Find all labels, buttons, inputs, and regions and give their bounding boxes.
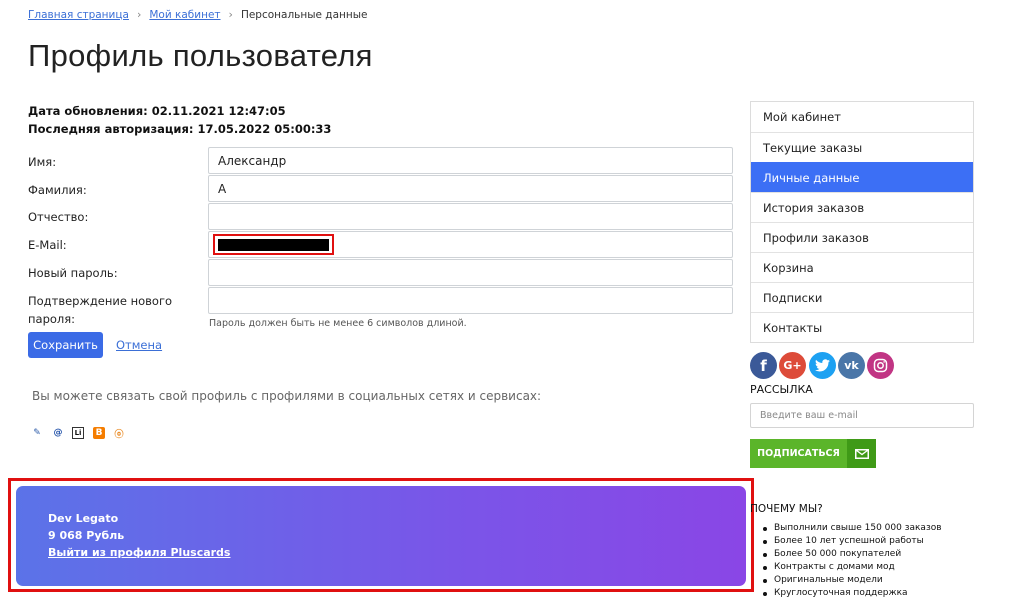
envelope-icon — [847, 439, 876, 468]
sidebar-item-subscriptions[interactable]: Подписки — [751, 282, 973, 312]
twitter-icon[interactable] — [809, 352, 836, 379]
profile-card — [16, 486, 746, 586]
last-login: Последняя авторизация: 17.05.2022 05:00:… — [28, 122, 332, 136]
sidebar-menu: Мой кабинет Текущие заказы Личные данные… — [750, 101, 974, 343]
redacted-email — [213, 234, 334, 255]
confirm-password-label-line1: Подтверждение нового — [28, 294, 173, 308]
list-item: Более 50 000 покупателей — [762, 548, 942, 561]
why-us-list: Выполнили свыше 150 000 заказов Более 10… — [762, 522, 942, 600]
list-item: Оригинальные модели — [762, 574, 942, 587]
new-password-label: Новый пароль: — [28, 266, 118, 280]
sidebar-item-order-profiles[interactable]: Профили заказов — [751, 222, 973, 252]
google-plus-icon[interactable]: G+ — [779, 352, 806, 379]
sidebar-item-contacts[interactable]: Контакты — [751, 312, 973, 342]
instagram-icon[interactable] — [867, 352, 894, 379]
newsletter-email-input[interactable]: Введите ваш e-mail — [750, 403, 974, 428]
list-item: Более 10 лет успешной работы — [762, 535, 942, 548]
profile-name: Dev Legato — [48, 512, 119, 525]
logout-link[interactable]: Выйти из профиля Pluscards — [48, 546, 230, 559]
sidebar-item-my-cabinet[interactable]: Мой кабинет — [751, 102, 973, 132]
profile-balance: 9 068 Рубль — [48, 529, 125, 542]
breadcrumb-home-link[interactable]: Главная страница — [28, 9, 129, 21]
social-connect-text: Вы можете связать свой профиль с профиля… — [32, 389, 542, 403]
email-label: E-Mail: — [28, 238, 67, 252]
openid-icon[interactable]: ⓞ — [113, 427, 125, 440]
subscribe-label: ПОДПИСАТЬСЯ — [750, 439, 847, 468]
vk-icon[interactable]: vk — [838, 352, 865, 379]
breadcrumb-current: Персональные данные — [240, 8, 368, 21]
page-title: Профиль пользователя — [28, 38, 373, 73]
liveinternet-icon[interactable]: Li — [72, 427, 84, 439]
mailru-icon[interactable]: @ — [52, 427, 64, 439]
chevron-right-icon: › — [228, 8, 233, 21]
breadcrumb-cabinet-link[interactable]: Мой кабинет — [149, 9, 220, 21]
sidebar-item-current-orders[interactable]: Текущие заказы — [751, 132, 973, 162]
patronymic-label: Отчество: — [28, 210, 89, 224]
blogger-icon[interactable]: B — [93, 427, 105, 439]
cancel-link[interactable]: Отмена — [116, 338, 162, 352]
list-item: Контракты с домами мод — [762, 561, 942, 574]
list-item: Выполнили свыше 150 000 заказов — [762, 522, 942, 535]
sidebar-item-order-history[interactable]: История заказов — [751, 192, 973, 222]
newsletter-title: РАССЫЛКА — [750, 383, 813, 396]
surname-label: Фамилия: — [28, 183, 87, 197]
update-date: Дата обновления: 02.11.2021 12:47:05 — [28, 104, 286, 118]
new-password-field[interactable] — [208, 259, 733, 286]
livejournal-icon[interactable]: ✎ — [31, 427, 43, 439]
confirm-password-label-line2: пароля: — [28, 312, 76, 326]
breadcrumb: Главная страница › Мой кабинет › Персона… — [28, 8, 367, 21]
why-us-title: ПОЧЕМУ МЫ? — [750, 503, 823, 515]
name-label: Имя: — [28, 155, 57, 169]
sidebar-item-cart[interactable]: Корзина — [751, 252, 973, 282]
password-hint: Пароль должен быть не менее 6 символов д… — [209, 318, 467, 329]
confirm-password-field[interactable] — [208, 287, 733, 314]
name-field[interactable]: Александр — [208, 147, 733, 174]
subscribe-button[interactable]: ПОДПИСАТЬСЯ — [750, 439, 876, 468]
sidebar-item-personal-data[interactable]: Личные данные — [751, 162, 973, 192]
list-item: Круглосуточная поддержка — [762, 587, 942, 600]
facebook-icon[interactable]: f — [750, 352, 777, 379]
chevron-right-icon: › — [136, 8, 142, 21]
patronymic-field[interactable] — [208, 203, 733, 230]
surname-field[interactable]: А — [208, 175, 733, 202]
email-field[interactable] — [208, 231, 733, 258]
save-button[interactable]: Сохранить — [28, 332, 103, 358]
